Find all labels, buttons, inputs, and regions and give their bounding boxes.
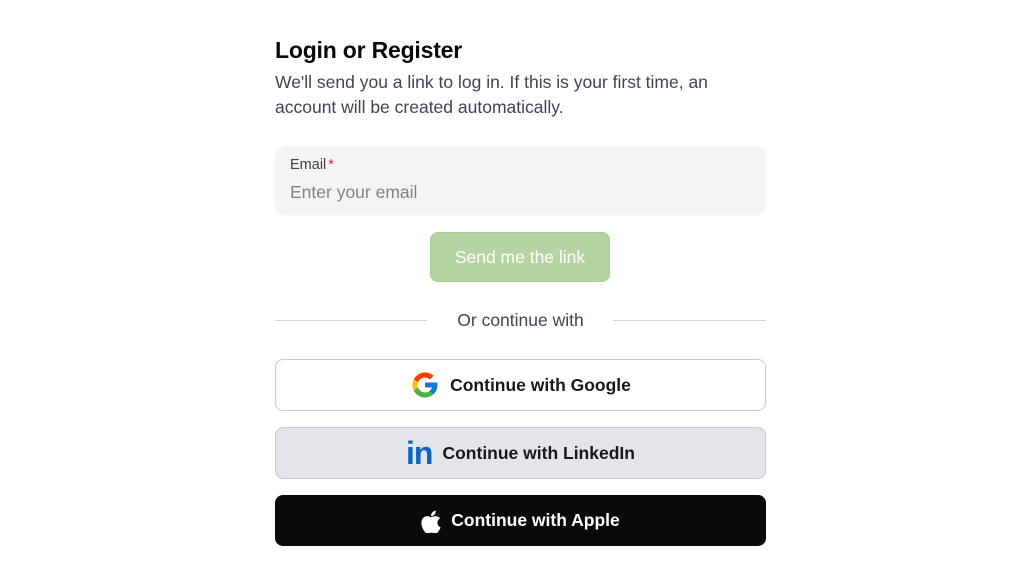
linkedin-in-icon: in [406, 435, 433, 471]
divider-line-right [613, 320, 766, 321]
email-label: Email * [290, 157, 334, 173]
google-g-icon [410, 370, 440, 400]
apple-button-label: Continue with Apple [451, 510, 620, 530]
required-indicator: * [328, 157, 334, 173]
page-title: Login or Register [275, 37, 463, 63]
apple-icon [421, 509, 441, 533]
google-button-label: Continue with Google [450, 374, 631, 395]
email-field[interactable]: Email * [275, 146, 766, 214]
page-subtitle: We'll send you a link to log in. If this… [275, 72, 708, 117]
continue-with-google-button[interactable]: Continue with Google [275, 359, 766, 411]
email-label-text: Email [290, 157, 327, 173]
login-panel: Login or Register We'll send you a link … [275, 0, 766, 576]
continue-with-linkedin-button[interactable]: in Continue with LinkedIn [275, 427, 766, 479]
continue-with-apple-button[interactable]: Continue with Apple [275, 495, 766, 546]
divider: Or continue with [275, 306, 766, 334]
email-input[interactable] [290, 179, 750, 205]
send-link-button[interactable]: Send me the link [430, 232, 610, 282]
linkedin-button-label: Continue with LinkedIn [442, 442, 635, 463]
